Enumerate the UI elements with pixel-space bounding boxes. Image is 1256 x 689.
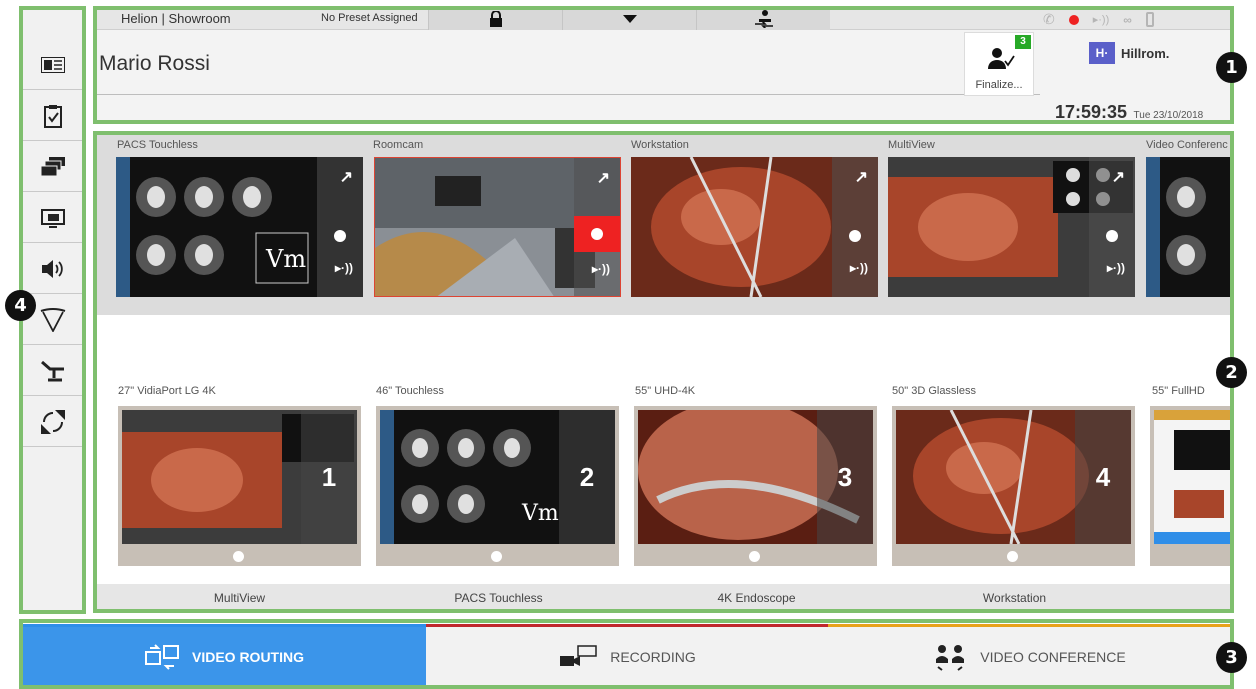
callout-2: 2	[1216, 357, 1247, 388]
callout-1: 1	[1216, 52, 1247, 83]
annotation-frame-routing	[93, 131, 1234, 613]
annotation-frame-header	[93, 6, 1234, 124]
callout-4: 4	[5, 290, 36, 321]
annotation-frame-tabs	[19, 619, 1234, 689]
callout-3: 3	[1216, 642, 1247, 673]
